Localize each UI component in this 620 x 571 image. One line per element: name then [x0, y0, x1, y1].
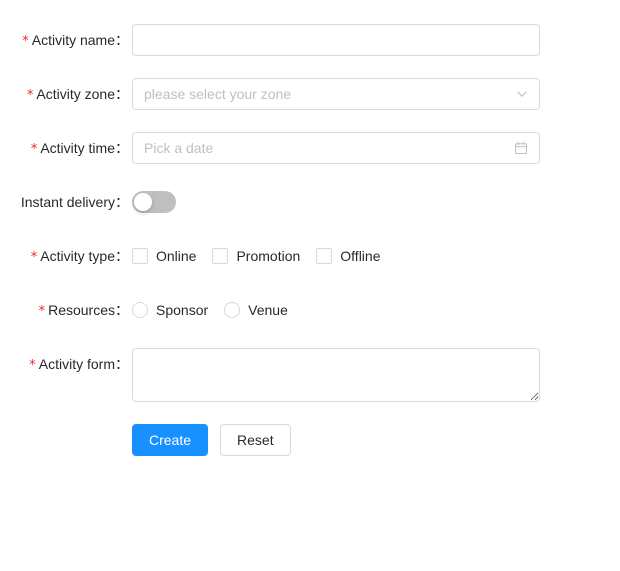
form-row-activity-time: * Activity time： Pick a date	[0, 132, 620, 164]
label-activity-time: * Activity time：	[0, 132, 129, 164]
form-row-resources: * Resources： Sponsor Venue	[0, 294, 620, 326]
label-text: Activity form	[38, 356, 115, 372]
required-asterisk-icon: *	[26, 87, 34, 103]
switch-knob	[134, 193, 152, 211]
activity-time-placeholder: Pick a date	[144, 140, 214, 156]
label-colon: ：	[115, 356, 129, 372]
label-colon: ：	[115, 32, 129, 48]
activity-time-datepicker[interactable]: Pick a date	[132, 132, 540, 164]
instant-delivery-switch-wrap	[132, 186, 620, 218]
checkbox-label: Online	[156, 248, 197, 264]
checkbox-item-online[interactable]: Online	[132, 248, 204, 264]
label-activity-name: * Activity name：	[0, 24, 129, 56]
control-activity-type: Online Promotion Offline	[128, 240, 620, 272]
activity-form-textarea[interactable]	[132, 348, 540, 402]
checkbox-box[interactable]	[132, 248, 148, 264]
label-colon: ：	[115, 194, 129, 210]
checkbox-box[interactable]	[316, 248, 333, 264]
radio-item-venue[interactable]: Venue	[224, 302, 296, 318]
radio-label: Venue	[248, 302, 288, 318]
label-activity-form: * Activity form：	[0, 348, 129, 380]
radio-item-sponsor[interactable]: Sponsor	[132, 302, 216, 318]
label-text: Activity time	[40, 140, 115, 156]
reset-button[interactable]: Reset	[220, 424, 291, 456]
checkbox-box[interactable]	[212, 248, 229, 264]
control-resources: Sponsor Venue	[128, 294, 620, 326]
radio-label: Sponsor	[156, 302, 209, 318]
activity-zone-select[interactable]: please select your zone	[132, 78, 540, 110]
label-colon: ：	[115, 248, 129, 264]
activity-name-input[interactable]	[132, 24, 540, 56]
label-text: Activity type	[40, 248, 115, 264]
required-asterisk-icon: *	[38, 303, 46, 319]
required-asterisk-icon: *	[22, 33, 29, 49]
required-asterisk-icon: *	[30, 249, 38, 265]
control-activity-zone: please select your zone	[128, 78, 620, 110]
checkbox-label: Promotion	[236, 248, 301, 264]
form-row-instant-delivery: Instant delivery：	[0, 186, 620, 218]
checkbox-item-promotion[interactable]: Promotion	[212, 248, 308, 264]
label-text: Resources	[48, 302, 115, 318]
label-instant-delivery: Instant delivery：	[0, 186, 129, 218]
label-text: Activity zone	[36, 86, 115, 102]
label-activity-zone: * Activity zone：	[0, 78, 129, 110]
control-activity-time: Pick a date	[128, 132, 620, 164]
label-activity-type: * Activity type：	[0, 240, 129, 272]
activity-form: * Activity name： * Activity zone： please s…	[0, 0, 620, 456]
activity-type-checkbox-group: Online Promotion Offline	[132, 240, 620, 272]
label-resources: * Resources：	[0, 294, 129, 326]
label-text: Instant delivery	[20, 194, 115, 210]
radio-circle[interactable]	[224, 302, 241, 318]
required-asterisk-icon: *	[29, 357, 36, 373]
button-row: Create Reset	[132, 424, 620, 456]
instant-delivery-toggle[interactable]	[132, 191, 176, 213]
activity-zone-placeholder: please select your zone	[144, 86, 292, 102]
label-colon: ：	[115, 86, 129, 102]
form-row-actions: Create Reset	[0, 424, 620, 456]
resources-radio-group: Sponsor Venue	[132, 294, 620, 326]
control-actions: Create Reset	[128, 424, 620, 456]
form-row-activity-name: * Activity name：	[0, 24, 620, 56]
radio-circle[interactable]	[132, 302, 148, 318]
control-instant-delivery	[128, 186, 620, 218]
control-activity-name	[128, 24, 620, 56]
chevron-down-icon	[517, 91, 527, 97]
form-row-activity-zone: * Activity zone： please select your zone	[0, 78, 620, 110]
checkbox-item-offline[interactable]: Offline	[316, 248, 388, 264]
label-text: Activity name	[31, 32, 115, 48]
form-row-activity-type: * Activity type： Online Promotion Offline	[0, 240, 620, 272]
checkbox-label: Offline	[340, 248, 381, 264]
create-button[interactable]: Create	[132, 424, 209, 456]
control-activity-form	[128, 348, 620, 402]
required-asterisk-icon: *	[30, 141, 38, 157]
form-row-activity-form: * Activity form：	[0, 348, 620, 402]
label-colon: ：	[115, 140, 129, 156]
label-colon: ：	[115, 302, 129, 318]
calendar-icon	[515, 141, 527, 154]
